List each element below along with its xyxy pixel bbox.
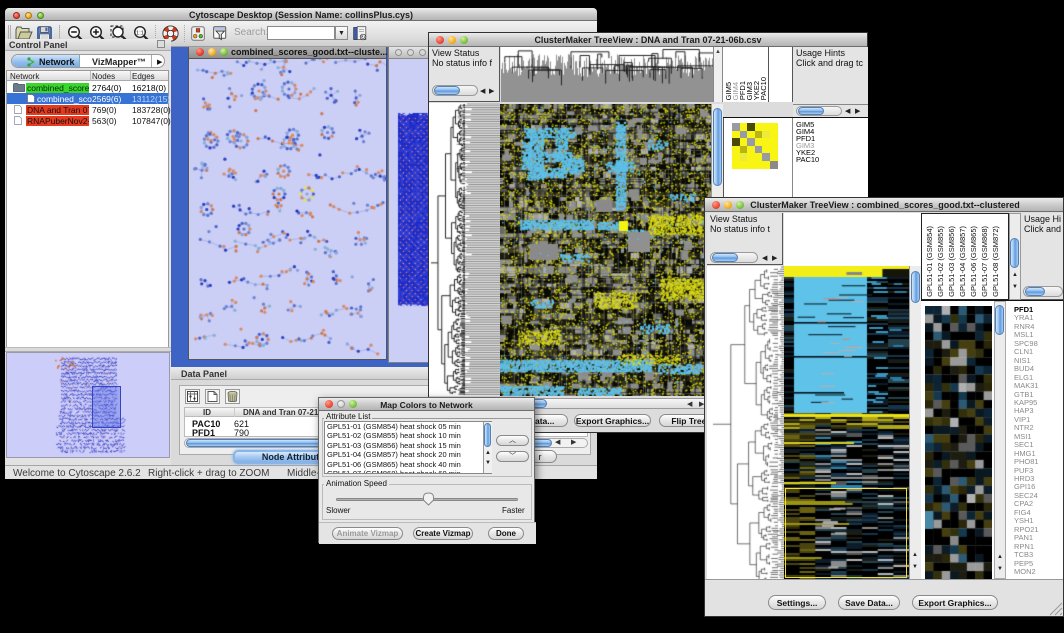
svg-text:1:1: 1:1 <box>136 30 144 36</box>
svg-text:↻: ↻ <box>361 35 365 41</box>
